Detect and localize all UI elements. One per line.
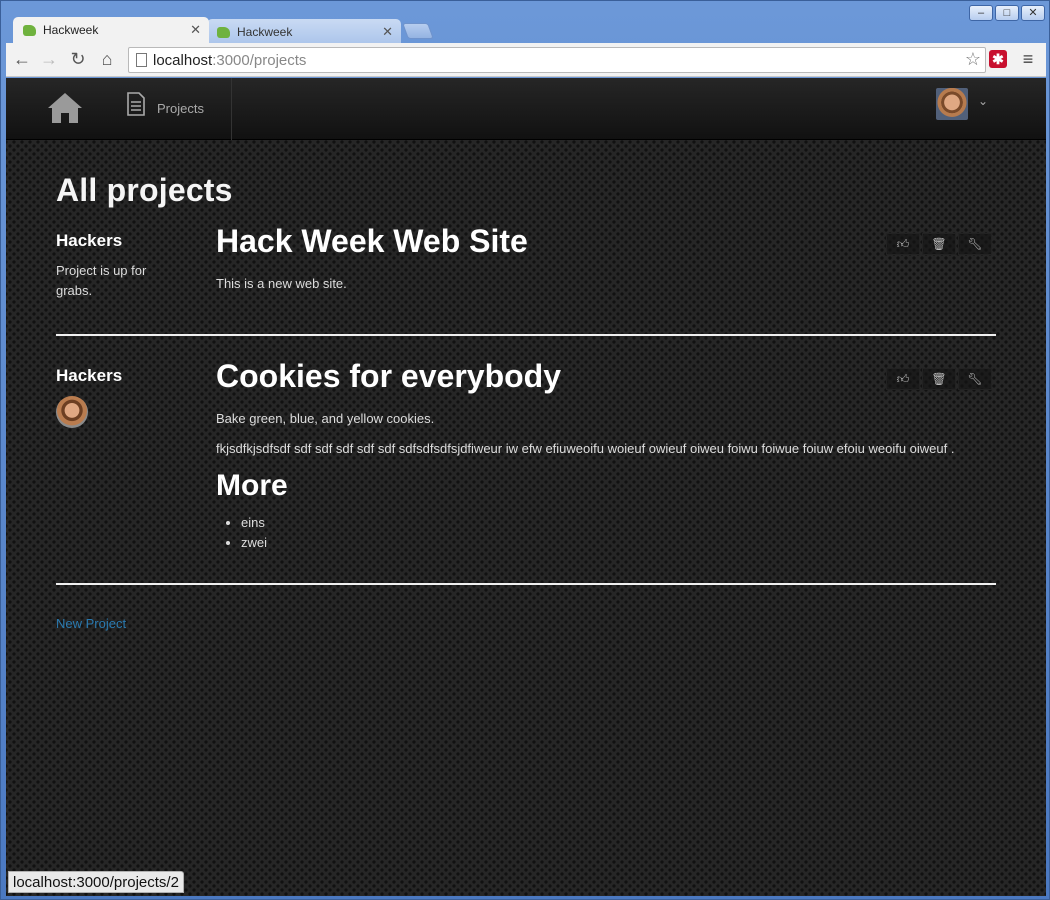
project-sidebar: Hackers xyxy=(56,366,216,553)
project-description: Bake green, blue, and yellow cookies. xyxy=(216,411,435,426)
nav-projects-label: Projects xyxy=(157,101,204,116)
browser-toolbar: ← → ↻ ⌂ localhost:3000/projects ☆ ✱ ≡ xyxy=(6,43,1046,77)
wrench-icon: 🔧︎ xyxy=(967,372,983,386)
member-avatar[interactable] xyxy=(56,396,88,428)
project-actions: 👍︎ 🗑︎ 🔧︎ xyxy=(886,233,992,255)
project-main: Cookies for everybody Bake green, blue, … xyxy=(216,358,996,553)
status-bar: localhost:3000/projects/2 xyxy=(8,871,184,893)
project-title[interactable]: Hack Week Web Site xyxy=(216,223,996,260)
extension-icon[interactable]: ✱ xyxy=(989,50,1007,68)
more-heading: More xyxy=(216,469,288,502)
thumbs-up-icon: 👍︎ xyxy=(896,237,910,251)
home-button-icon[interactable]: ⌂ xyxy=(96,48,118,70)
delete-button[interactable]: 🗑︎ xyxy=(922,368,956,390)
trash-icon: 🗑︎ xyxy=(931,237,947,251)
project-title[interactable]: Cookies for everybody xyxy=(216,358,996,395)
forward-arrow-icon[interactable]: → xyxy=(38,48,60,70)
home-link[interactable] xyxy=(46,91,84,125)
team-name: Hackers xyxy=(56,366,123,385)
main-content: All projects Hackers Project is up for g… xyxy=(56,172,996,633)
edit-button[interactable]: 🔧︎ xyxy=(958,368,992,390)
like-button[interactable]: 👍︎ xyxy=(886,233,920,255)
project-actions: 👍︎ 🗑︎ 🔧︎ xyxy=(886,368,992,390)
list-item: zwei xyxy=(241,533,996,553)
top-navbar: Projects ⌄ xyxy=(6,78,1046,140)
address-bar[interactable]: localhost:3000/projects ☆ xyxy=(128,47,986,73)
browser-window: Hackweek ✕ Hackweek ✕ – □ ✕ ← → ↻ ⌂ loca… xyxy=(0,0,1050,900)
project-description: This is a new web site. xyxy=(216,276,347,291)
tab-hackweek-inactive[interactable]: Hackweek ✕ xyxy=(207,19,401,46)
divider xyxy=(56,334,996,336)
page-icon xyxy=(136,53,147,67)
document-icon xyxy=(127,92,145,116)
hackweek-favicon-icon xyxy=(217,27,230,38)
like-button[interactable]: 👍︎ xyxy=(886,368,920,390)
reload-icon[interactable]: ↻ xyxy=(67,48,89,70)
new-tab-button[interactable] xyxy=(402,23,434,39)
more-list: eins zwei xyxy=(241,513,996,553)
project-description-extra: fkjsdfkjsdfsdf sdf sdf sdf sdf sdf sdfsd… xyxy=(216,441,955,456)
edit-button[interactable]: 🔧︎ xyxy=(958,233,992,255)
tab-strip: Hackweek ✕ Hackweek ✕ – □ ✕ xyxy=(1,1,1050,46)
maximize-button[interactable]: □ xyxy=(995,5,1019,21)
close-window-button[interactable]: ✕ xyxy=(1021,5,1045,21)
chevron-down-icon: ⌄ xyxy=(978,94,989,108)
divider xyxy=(56,583,996,585)
trash-icon: 🗑︎ xyxy=(931,372,947,386)
user-menu[interactable]: ⌄ xyxy=(936,88,996,122)
back-arrow-icon[interactable]: ← xyxy=(11,48,33,70)
tab-close-icon[interactable]: ✕ xyxy=(382,24,393,40)
new-project-link[interactable]: New Project xyxy=(56,616,126,631)
tab-close-icon[interactable]: ✕ xyxy=(190,22,201,38)
project-sidebar: Hackers Project is up for grabs. xyxy=(56,231,216,304)
window-controls: – □ ✕ xyxy=(969,5,1045,21)
page-title: All projects xyxy=(56,172,233,208)
home-icon xyxy=(48,93,82,123)
minimize-button[interactable]: – xyxy=(969,5,993,21)
wrench-icon: 🔧︎ xyxy=(967,237,983,251)
page-viewport: Projects ⌄ All projects Hackers Project … xyxy=(6,78,1046,896)
project-main: Hack Week Web Site This is a new web sit… xyxy=(216,223,996,304)
user-avatar xyxy=(936,88,968,120)
project-item: Hackers Project is up for grabs. Hack We… xyxy=(56,223,996,304)
bookmark-star-icon[interactable]: ☆ xyxy=(965,49,981,70)
tab-title: Hackweek xyxy=(237,25,293,39)
project-status: Project is up for grabs. xyxy=(56,263,147,298)
url-path: :3000/projects xyxy=(212,52,307,69)
project-item: Hackers Cookies for everybody Bake green… xyxy=(56,358,996,553)
url-host: localhost xyxy=(153,52,213,69)
tab-title: Hackweek xyxy=(43,23,99,37)
thumbs-up-icon: 👍︎ xyxy=(896,372,910,386)
list-item: eins xyxy=(241,513,996,533)
team-name: Hackers xyxy=(56,231,123,250)
nav-projects-link[interactable]: Projects xyxy=(116,78,232,140)
hackweek-favicon-icon xyxy=(23,25,36,36)
tab-hackweek-active[interactable]: Hackweek ✕ xyxy=(13,17,209,44)
browser-menu-icon[interactable]: ≡ xyxy=(1020,49,1036,69)
delete-button[interactable]: 🗑︎ xyxy=(922,233,956,255)
